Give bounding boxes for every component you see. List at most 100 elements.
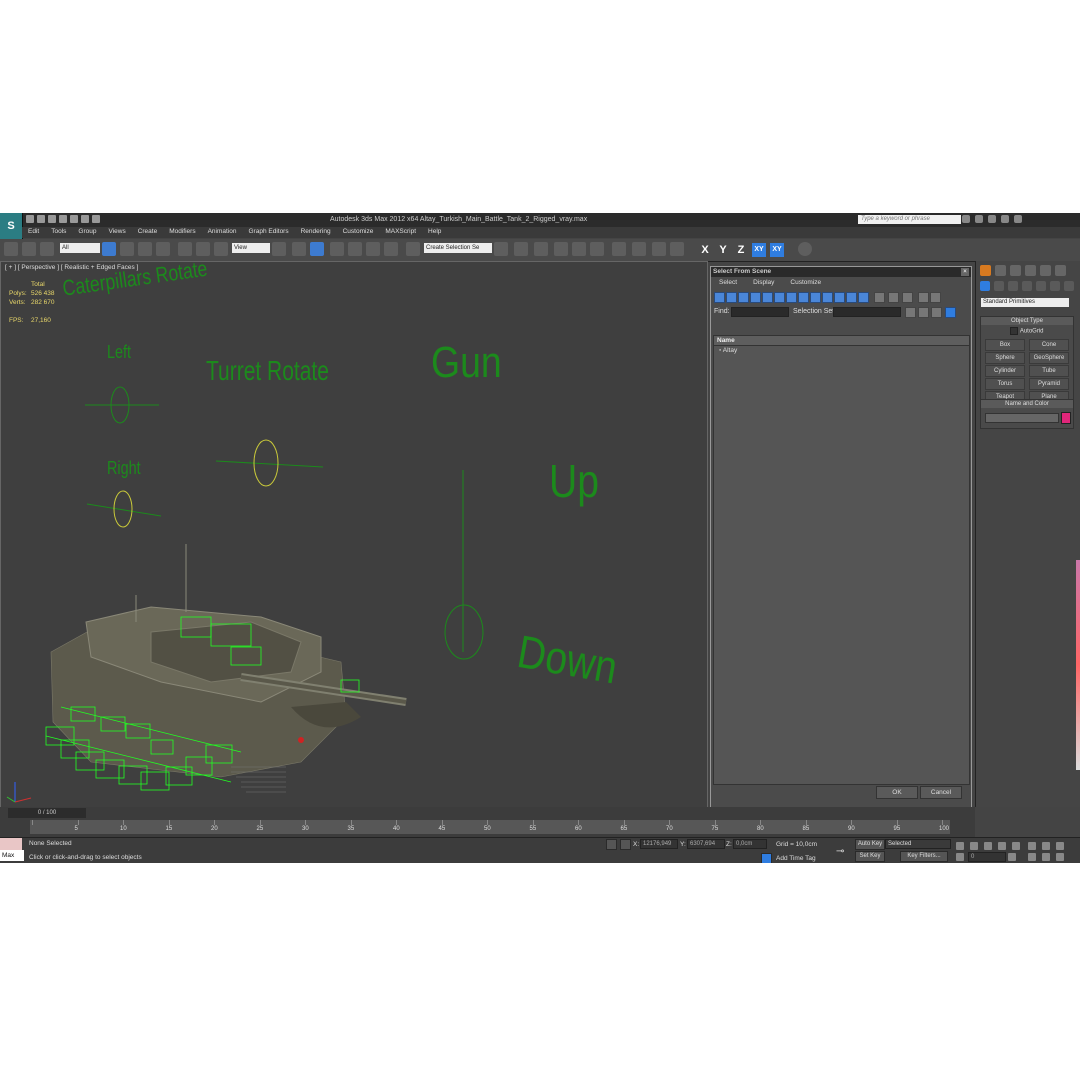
filter-options-icon[interactable] [930,292,941,303]
spinner-snap-icon[interactable] [384,242,398,256]
axis-xy-constraint-button[interactable]: XY [770,243,784,257]
pyramid-button[interactable]: Pyramid [1029,378,1069,390]
zoom-extents-icon[interactable] [1056,842,1064,850]
open-file-icon[interactable] [37,215,45,223]
schematic-view-icon[interactable] [590,242,604,256]
display-containers-icon[interactable] [822,292,833,303]
name-column-header[interactable]: Name [714,336,969,346]
go-to-start-icon[interactable] [956,842,964,850]
left-track-control[interactable] [85,386,159,424]
rectangular-selection-icon[interactable] [138,242,152,256]
application-button[interactable]: S [0,213,23,239]
modify-tab-icon[interactable] [995,265,1006,276]
motion-tab-icon[interactable] [1025,265,1036,276]
time-configuration-icon[interactable] [1008,853,1016,861]
geometry-icon[interactable] [980,281,990,291]
cylinder-button[interactable]: Cylinder [985,365,1025,377]
pivot-center-icon[interactable] [272,242,286,256]
right-track-control[interactable] [86,490,162,528]
render-setup-icon[interactable] [632,242,646,256]
display-shapes-icon[interactable] [726,292,737,303]
edit-named-selection-icon[interactable] [406,242,420,256]
material-editor-icon[interactable] [612,242,626,256]
render-production-icon[interactable] [670,242,684,256]
list-item[interactable]: ▪ Altay [714,346,969,355]
cancel-button[interactable]: Cancel [920,786,962,799]
rotate-icon[interactable] [196,242,210,256]
dialog-menu-select[interactable]: Select [711,277,745,289]
close-icon[interactable] [1014,215,1022,223]
select-by-name-icon[interactable] [120,242,134,256]
dialog-close-icon[interactable]: × [961,268,969,276]
add-time-tag-button[interactable]: Add Time Tag [776,855,816,862]
menu-rendering[interactable]: Rendering [295,227,337,238]
orbit-icon[interactable] [1056,853,1064,861]
menu-maxscript[interactable]: MAXScript [379,227,422,238]
menu-animation[interactable]: Animation [202,227,243,238]
project-folder-icon[interactable] [81,215,89,223]
display-helpers-icon[interactable] [762,292,773,303]
autogrid-checkbox[interactable] [1010,327,1019,335]
ok-button[interactable]: OK [876,786,918,799]
layer-manager-icon[interactable] [534,242,548,256]
sync-selection-icon[interactable] [945,307,956,318]
menu-tools[interactable]: Tools [45,227,72,238]
display-space-warps-icon[interactable] [774,292,785,303]
select-all-icon[interactable] [874,292,885,303]
maxscript-listener-mini[interactable] [0,838,22,850]
hierarchy-tab-icon[interactable] [1010,265,1021,276]
gun-elevation-control[interactable] [444,470,484,660]
turret-rotate-control[interactable] [215,439,324,487]
undo-icon[interactable] [59,215,67,223]
window-crossing-icon[interactable] [156,242,170,256]
box-button[interactable]: Box [985,339,1025,351]
maxscript-input[interactable]: Max [0,850,24,861]
object-color-swatch[interactable] [1061,412,1071,424]
menu-modifiers[interactable]: Modifiers [163,227,201,238]
align-icon[interactable] [514,242,528,256]
display-hidden-icon[interactable] [846,292,857,303]
display-lights-icon[interactable] [738,292,749,303]
perspective-viewport[interactable]: [ + ] [ Perspective ] [ Realistic + Edge… [0,261,708,809]
selection-set-remove-icon[interactable] [918,307,929,318]
cameras-icon[interactable] [1022,281,1032,291]
menu-customize[interactable]: Customize [337,227,380,238]
next-frame-icon[interactable] [998,842,1006,850]
tube-button[interactable]: Tube [1029,365,1069,377]
selection-set-add-icon[interactable] [905,307,916,318]
key-mode-dropdown[interactable]: Selected [885,839,951,849]
rendered-frame-window-icon[interactable] [652,242,666,256]
select-manipulate-icon[interactable] [292,242,306,256]
sphere-button[interactable]: Sphere [985,352,1025,364]
previous-frame-icon[interactable] [970,842,978,850]
unlink-icon[interactable] [22,242,36,256]
display-all-icon[interactable] [858,292,869,303]
play-icon[interactable] [984,842,992,850]
display-geometry-icon[interactable] [714,292,725,303]
redo-icon[interactable] [70,215,78,223]
lights-icon[interactable] [1008,281,1018,291]
star-icon[interactable] [975,215,983,223]
axis-xy-button[interactable]: XY [752,243,766,257]
helpers-icon[interactable] [1036,281,1046,291]
zoom-icon[interactable] [1028,842,1036,850]
geosphere-button[interactable]: GeoSphere [1029,352,1069,364]
minimize-icon[interactable] [1001,215,1009,223]
help-icon[interactable] [988,215,996,223]
find-input[interactable] [731,307,789,317]
utilities-tab-icon[interactable] [1055,265,1066,276]
primitive-category-dropdown[interactable]: Standard Primitives [981,298,1069,307]
save-file-icon[interactable] [48,215,56,223]
axis-x-button[interactable]: X [698,243,712,257]
angle-snap-icon[interactable] [348,242,362,256]
percent-snap-icon[interactable] [366,242,380,256]
binoculars-icon[interactable] [962,215,970,223]
y-coord-field[interactable]: 6307,694 [687,839,725,849]
display-bones-icon[interactable] [810,292,821,303]
display-xrefs-icon[interactable] [798,292,809,303]
select-none-icon[interactable] [888,292,899,303]
selection-set-dropdown[interactable] [833,307,901,317]
cone-button[interactable]: Cone [1029,339,1069,351]
named-selection-dropdown[interactable]: Create Selection Se [424,243,492,253]
render-icon[interactable] [798,242,812,256]
